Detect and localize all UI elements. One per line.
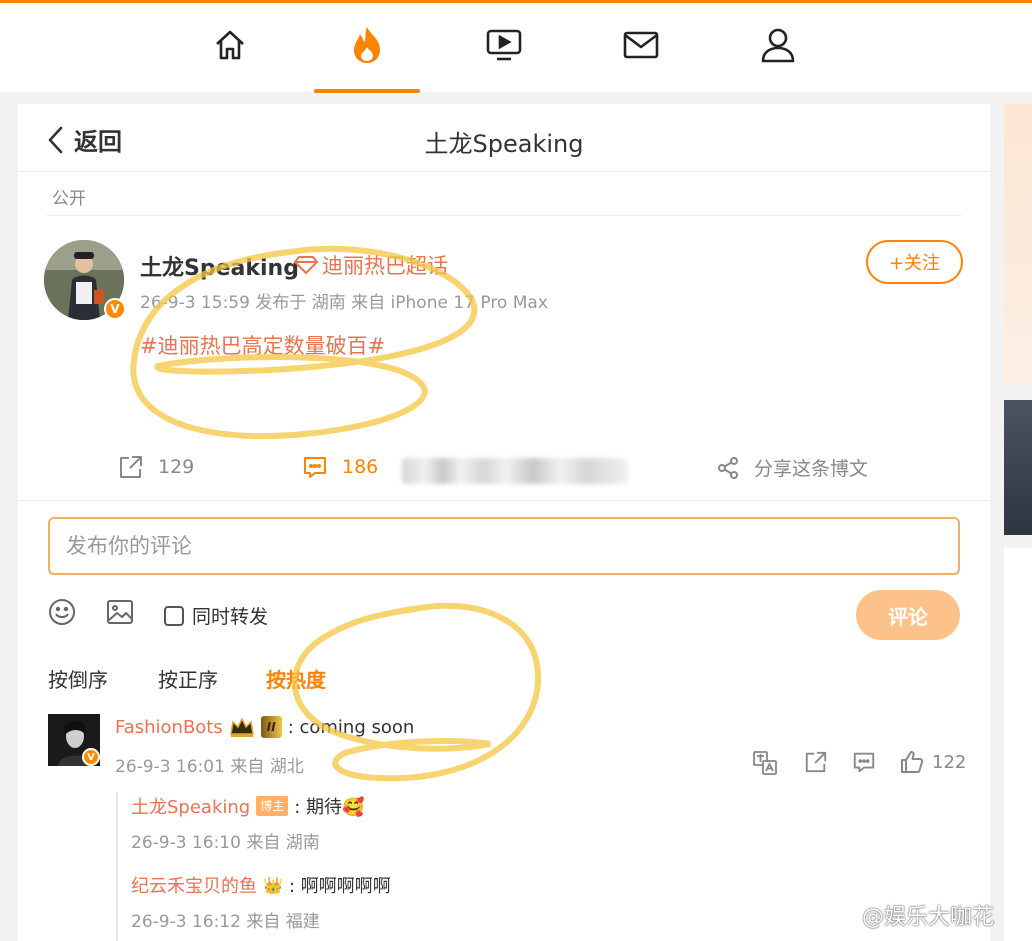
- blurred-content: [402, 458, 628, 484]
- emoji-icon[interactable]: [48, 598, 76, 630]
- diamond-icon: [294, 256, 318, 274]
- follow-button[interactable]: +关注: [866, 240, 963, 284]
- repost-count: 129: [158, 456, 195, 478]
- author-name[interactable]: 土龙Speaking: [140, 250, 299, 282]
- video-icon[interactable]: [482, 23, 526, 67]
- translate-button[interactable]: [752, 750, 778, 776]
- reply-thread-line: [116, 792, 118, 941]
- flame-icon[interactable]: [345, 23, 389, 67]
- visibility-label: 公开: [52, 189, 86, 209]
- reply-text: : 期待🥰: [294, 797, 365, 818]
- side-panel-banner: [1004, 104, 1032, 384]
- reply-button[interactable]: [852, 750, 876, 774]
- comment-user[interactable]: FashionBots: [115, 717, 223, 738]
- comment-icon: [304, 457, 326, 478]
- user-icon[interactable]: [756, 23, 800, 67]
- watermark: @娱乐大咖花: [822, 899, 994, 931]
- repost-checkbox[interactable]: 同时转发: [164, 602, 268, 629]
- reply-meta: 26-9-3 16:10 来自 湖南: [131, 833, 320, 853]
- thumbs-up-icon: [901, 751, 924, 773]
- repost-icon: [120, 456, 142, 478]
- crown-badge-icon: 👑: [263, 875, 283, 895]
- top-nav: [0, 0, 1032, 93]
- comment-field-wrapper: [48, 517, 960, 575]
- side-panel-image: [1004, 400, 1032, 535]
- comment-text: : coming soon: [287, 716, 415, 738]
- reply-line: 纪云禾宝贝的鱼 👑 : 啊啊啊啊啊: [131, 872, 391, 898]
- share-label: 分享这条博文: [754, 458, 869, 480]
- comment-input[interactable]: [66, 534, 926, 558]
- author-badge: 博主: [256, 796, 289, 816]
- repost-checkbox-label: 同时转发: [192, 606, 269, 628]
- reply-line: 土龙Speaking 博主 : 期待🥰: [131, 793, 364, 819]
- reply-user[interactable]: 纪云禾宝贝的鱼: [131, 872, 257, 898]
- supertopic-link[interactable]: 迪丽热巴超话: [294, 250, 448, 280]
- home-icon[interactable]: [208, 23, 252, 67]
- reply-meta: 26-9-3 16:12 来自 福建: [131, 912, 320, 932]
- supertopic-label: 迪丽热巴超话: [322, 254, 448, 278]
- tab-sort-desc[interactable]: 按倒序: [48, 664, 108, 693]
- verified-badge: V: [82, 748, 100, 766]
- comment-line: FashionBots II : coming soon: [115, 716, 414, 738]
- checkbox-box[interactable]: [164, 605, 184, 626]
- comment-icon: [853, 752, 875, 773]
- divider: [46, 215, 962, 216]
- comment-button[interactable]: 186: [302, 454, 378, 480]
- page-title: 土龙Speaking: [424, 130, 584, 158]
- crown-icon: [229, 717, 254, 737]
- side-panel: [1004, 548, 1032, 941]
- mail-icon[interactable]: [619, 23, 663, 67]
- level-badge: II: [260, 716, 282, 738]
- detail-header: 返回 土龙Speaking: [18, 104, 990, 172]
- reply-text: : 啊啊啊啊啊: [288, 876, 391, 897]
- divider: [18, 500, 990, 501]
- like-count: 122: [932, 751, 967, 773]
- tab-sort-asc[interactable]: 按正序: [158, 664, 218, 693]
- comment-meta: 26-9-3 16:01 来自 湖北: [115, 757, 304, 777]
- image-icon[interactable]: [106, 598, 134, 630]
- like-button[interactable]: 122: [900, 750, 966, 774]
- verified-badge: V: [104, 298, 126, 320]
- translate-icon: [753, 751, 777, 775]
- share-button[interactable]: 分享这条博文: [716, 454, 868, 481]
- tab-sort-hot[interactable]: 按热度: [266, 664, 326, 693]
- post-detail-card: 返回 土龙Speaking 公开 V 土龙Speaking 迪丽热巴超话 26-…: [18, 104, 990, 941]
- repost-icon: [805, 751, 827, 773]
- comment-count: 186: [342, 456, 379, 478]
- repost-button[interactable]: 129: [118, 454, 194, 480]
- watermark-text: @娱乐大咖花: [862, 905, 995, 930]
- weibo-logo-icon: [822, 903, 858, 929]
- post-meta: 26-9-3 15:59 发布于 湖南 来自 iPhone 17 Pro Max: [140, 293, 548, 313]
- reply-user[interactable]: 土龙Speaking: [131, 793, 250, 819]
- active-tab-indicator: [314, 89, 420, 93]
- hashtag-link[interactable]: #迪丽热巴高定数量破百#: [140, 330, 385, 360]
- comment-repost-button[interactable]: [804, 750, 828, 774]
- share-icon: [718, 456, 738, 479]
- submit-comment-button[interactable]: 评论: [856, 590, 960, 640]
